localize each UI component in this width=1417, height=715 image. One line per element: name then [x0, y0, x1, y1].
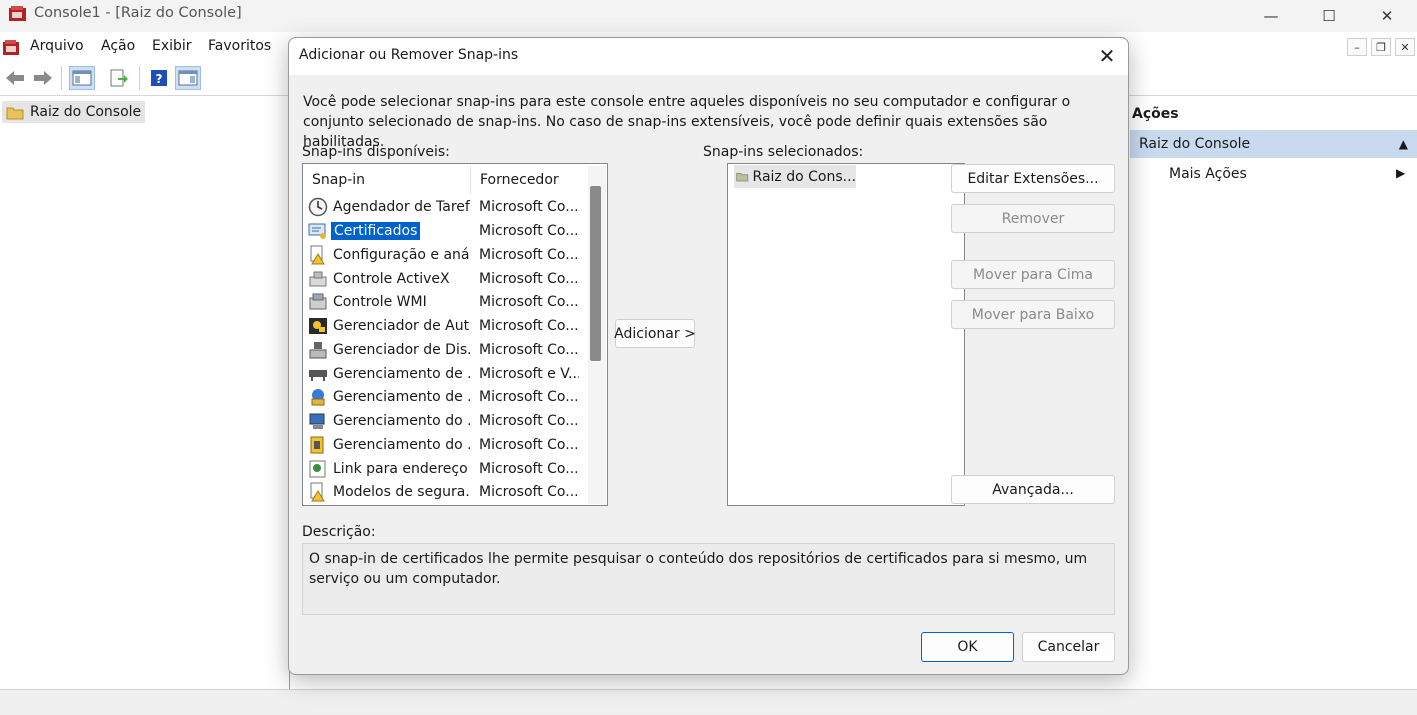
selected-snapins-label: Snap-ins selecionados: [703, 144, 864, 160]
security-templates-icon [310, 482, 325, 501]
selected-snapins-list[interactable] [727, 163, 965, 506]
snapin-row[interactable]: Gerenciador de Aut... Microsoft Co... [308, 314, 583, 337]
folder-icon [736, 173, 749, 182]
menu-acao[interactable]: Ação [101, 38, 135, 54]
edit-extensions-button[interactable]: Editar Extensões... [951, 164, 1115, 193]
forward-arrow-icon[interactable] [30, 66, 56, 90]
console-tree-pane [0, 98, 290, 690]
close-window-button[interactable]: ✕ [1358, 0, 1416, 32]
description-text: O snap-in de certificados lhe permite pe… [309, 551, 1088, 587]
tree-item-console-root[interactable]: Raiz do Console [2, 101, 146, 123]
actions-pane-header: Ações [1132, 106, 1179, 122]
status-bar [0, 689, 1417, 715]
mdi-restore-button[interactable]: ❐ [1371, 38, 1391, 56]
authorization-icon [309, 317, 327, 334]
snapin-row-selected[interactable]: Certificados Microsoft Co... [308, 219, 583, 242]
disk-management-icon [309, 369, 327, 381]
tpm-management-icon [310, 436, 324, 453]
snapin-row[interactable]: Gerenciamento de ... Microsoft Co... [308, 385, 583, 408]
mmc-app-icon [9, 6, 26, 21]
snapin-row[interactable]: Gerenciador de Dis... Microsoft Co... [308, 338, 583, 361]
snapin-row[interactable]: Controle WMI Microsoft Co... [308, 290, 583, 313]
snapin-row[interactable]: Configuração e aná... Microsoft Co... [308, 243, 583, 266]
collapse-up-icon[interactable]: ▲ [1399, 137, 1408, 151]
column-header-snapin[interactable]: Snap-in [312, 172, 365, 188]
ok-button[interactable]: OK [921, 632, 1014, 662]
mdi-close-button[interactable]: ✕ [1395, 38, 1415, 56]
snapin-row[interactable]: Modelos de segura... Microsoft Co... [308, 480, 583, 503]
help-icon[interactable]: ? [146, 66, 172, 90]
snapin-row[interactable]: Gerenciamento do ... Microsoft Co... [308, 433, 583, 456]
certificate-icon [308, 223, 326, 239]
submenu-arrow-icon: ▶ [1396, 166, 1406, 180]
snapin-row[interactable]: Controle ActiveX Microsoft Co... [308, 267, 583, 290]
window-title: Console1 - [Raiz do Console] [34, 5, 242, 21]
export-list-icon[interactable] [106, 66, 132, 90]
web-link-icon [309, 460, 326, 477]
move-up-button[interactable]: Mover para Cima [951, 260, 1115, 289]
selected-item-console-root[interactable]: Raiz do Cons... [734, 165, 856, 188]
clock-icon [308, 197, 328, 216]
actions-section-label: Raiz do Console [1139, 136, 1251, 152]
snapin-row[interactable]: Link para endereço ... Microsoft Co... [308, 457, 583, 480]
show-hide-action-pane-icon[interactable] [175, 66, 201, 90]
available-snapins-label: Snap-ins disponíveis: [302, 144, 450, 160]
folder-icon [6, 107, 24, 119]
remove-button[interactable]: Remover [951, 204, 1115, 233]
console-menu-icon[interactable] [2, 38, 21, 57]
minimize-button[interactable]: — [1242, 0, 1300, 32]
dialog-close-icon[interactable]: ✕ [1090, 40, 1124, 72]
menu-arquivo[interactable]: Arquivo [30, 38, 84, 54]
activex-icon [309, 271, 327, 286]
menu-exibir[interactable]: Exibir [152, 38, 192, 54]
dialog-intro-text: Você pode selecionar snap-ins para este … [303, 94, 1071, 150]
maximize-button[interactable]: ☐ [1300, 0, 1358, 32]
actions-section-console-root[interactable]: Raiz do Console ▲ [1130, 130, 1417, 158]
back-arrow-icon[interactable] [2, 66, 28, 90]
description-label: Descrição: [302, 524, 376, 540]
svg-text:?: ? [156, 72, 163, 86]
more-actions-link[interactable]: Mais Ações [1169, 166, 1247, 182]
cancel-button[interactable]: Cancelar [1022, 632, 1115, 662]
security-config-icon [310, 245, 325, 264]
device-manager-icon [309, 341, 327, 358]
show-hide-tree-icon[interactable] [69, 66, 95, 90]
snapin-row[interactable]: Gerenciamento do ... Microsoft Co... [308, 409, 583, 432]
wmi-icon [309, 293, 327, 309]
snapin-row[interactable]: Gerenciamento de ... Microsoft e V... [308, 362, 583, 385]
list-scrollbar-thumb[interactable] [590, 186, 601, 361]
advanced-button[interactable]: Avançada... [951, 475, 1115, 504]
policy-management-icon [311, 388, 325, 405]
mdi-minimize-button[interactable]: – [1347, 38, 1367, 56]
snapin-row[interactable]: Agendador de Taref... Microsoft Co... [308, 195, 583, 218]
tree-item-label: Raiz do Console [30, 104, 142, 120]
column-header-vendor[interactable]: Fornecedor [480, 172, 559, 188]
move-down-button[interactable]: Mover para Baixo [951, 300, 1115, 329]
add-button[interactable]: Adicionar > [614, 319, 696, 348]
dialog-title: Adicionar ou Remover Snap-ins [299, 47, 519, 63]
menu-favoritos[interactable]: Favoritos [208, 38, 271, 54]
computer-management-icon [309, 413, 325, 429]
